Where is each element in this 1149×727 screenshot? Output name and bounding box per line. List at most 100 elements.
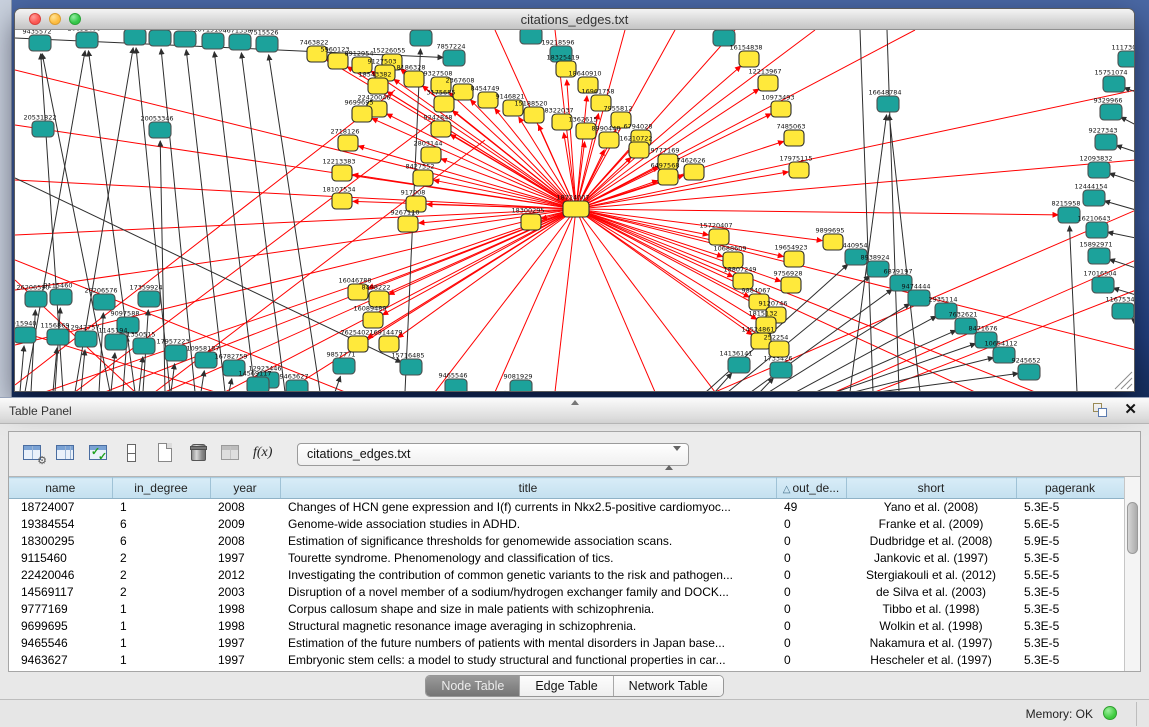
table-cell[interactable]: 5.9E-5 xyxy=(1016,533,1124,550)
graph-node[interactable] xyxy=(338,135,358,151)
graph-node[interactable] xyxy=(520,30,542,44)
graph-node[interactable] xyxy=(1092,277,1114,293)
table-row[interactable]: 969969511998Structural magnetic resonanc… xyxy=(9,618,1124,635)
graph-node[interactable] xyxy=(1086,222,1108,238)
table-cell[interactable]: Stergiakouli et al. (2012) xyxy=(846,567,1016,584)
table-cell[interactable]: 1 xyxy=(112,652,210,669)
graph-node[interactable] xyxy=(1112,303,1134,319)
table-cell[interactable]: 1 xyxy=(112,618,210,635)
table-cell[interactable]: 9777169 xyxy=(9,601,112,618)
graph-node[interactable] xyxy=(138,291,160,307)
graph-node[interactable] xyxy=(781,277,801,293)
tab-edge-table[interactable]: Edge Table xyxy=(520,676,613,696)
table-cell[interactable]: 5.3E-5 xyxy=(1016,584,1124,601)
graph-node[interactable] xyxy=(728,357,750,373)
table-cell[interactable]: 9463627 xyxy=(9,652,112,669)
graph-node[interactable] xyxy=(400,359,422,375)
graph-node[interactable] xyxy=(50,289,72,305)
graph-node[interactable] xyxy=(133,338,155,354)
table-cell[interactable]: 1 xyxy=(112,601,210,618)
graph-node[interactable] xyxy=(29,35,51,51)
graph-node[interactable] xyxy=(1018,364,1040,380)
table-cell[interactable]: Franke et al. (2009) xyxy=(846,516,1016,533)
column-header-in_degree[interactable]: in_degree xyxy=(112,478,210,499)
table-cell[interactable]: Genome-wide association studies in ADHD. xyxy=(280,516,776,533)
graph-node[interactable] xyxy=(421,147,441,163)
graph-node[interactable] xyxy=(256,36,278,52)
table-cell[interactable]: 1997 xyxy=(210,635,280,652)
graph-node[interactable] xyxy=(368,78,388,94)
table-cell[interactable]: 49 xyxy=(776,499,846,516)
table-cell[interactable]: 6 xyxy=(112,516,210,533)
graph-node[interactable] xyxy=(823,234,843,250)
table-cell[interactable]: Yano et al. (2008) xyxy=(846,499,1016,516)
table-row[interactable]: 2242004622012Investigating the contribut… xyxy=(9,567,1124,584)
graph-node[interactable] xyxy=(599,132,619,148)
table-cell[interactable]: 14569117 xyxy=(9,584,112,601)
graph-node[interactable] xyxy=(563,201,589,217)
table-cell[interactable]: Jankovic et al. (1997) xyxy=(846,550,1016,567)
graph-node[interactable] xyxy=(247,377,269,391)
table-cell[interactable]: Tourette syndrome. Phenomenology and cla… xyxy=(280,550,776,567)
graph-node[interactable] xyxy=(229,34,251,50)
tab-node-table[interactable]: Node Table xyxy=(426,676,520,696)
column-header-short[interactable]: short xyxy=(846,478,1016,499)
table-row[interactable]: 1938455462009Genome-wide association stu… xyxy=(9,516,1124,533)
graph-node[interactable] xyxy=(76,32,98,48)
graph-node[interactable] xyxy=(1100,104,1122,120)
delete-column-icon[interactable] xyxy=(184,441,214,467)
table-cell[interactable]: Investigating the contribution of common… xyxy=(280,567,776,584)
graph-node[interactable] xyxy=(784,130,804,146)
table-cell[interactable]: 9465546 xyxy=(9,635,112,652)
table-row[interactable]: 977716911998Corpus callosum shape and si… xyxy=(9,601,1124,618)
graph-node[interactable] xyxy=(352,106,372,122)
table-mode-icon[interactable]: ⚙ xyxy=(19,441,49,467)
show-columns-icon[interactable] xyxy=(52,441,82,467)
table-cell[interactable]: 5.3E-5 xyxy=(1016,601,1124,618)
graph-node[interactable] xyxy=(739,51,759,67)
graph-node[interactable] xyxy=(908,290,930,306)
graph-node[interactable] xyxy=(363,312,383,328)
graph-node[interactable] xyxy=(784,251,804,267)
table-row[interactable]: 911546021997Tourette syndrome. Phenomeno… xyxy=(9,550,1124,567)
table-cell[interactable]: Estimation of significance thresholds fo… xyxy=(280,533,776,550)
graph-node[interactable] xyxy=(1103,76,1125,92)
table-cell[interactable]: 5.3E-5 xyxy=(1016,618,1124,635)
table-cell[interactable]: 5.3E-5 xyxy=(1016,550,1124,567)
column-header-name[interactable]: name xyxy=(9,478,112,499)
graph-node[interactable] xyxy=(75,331,97,347)
graph-node[interactable] xyxy=(658,169,678,185)
table-cell[interactable]: 0 xyxy=(776,584,846,601)
graph-node[interactable] xyxy=(105,334,127,350)
graph-node[interactable] xyxy=(32,121,54,137)
network-canvas[interactable]: 1872400794355722069140610653287152760264… xyxy=(15,30,1134,391)
table-cell[interactable]: 0 xyxy=(776,618,846,635)
graph-node[interactable] xyxy=(789,162,809,178)
window-resize-grip[interactable] xyxy=(1121,378,1132,389)
table-row[interactable]: 1830029562008Estimation of significance … xyxy=(9,533,1124,550)
select-columns-icon[interactable]: ✓ ✓ xyxy=(85,441,115,467)
graph-node[interactable] xyxy=(410,30,432,46)
table-select-dropdown[interactable]: citations_edges.txt xyxy=(297,443,689,466)
graph-node[interactable] xyxy=(524,107,544,123)
table-row[interactable]: 1456911722003Disruption of a novel membe… xyxy=(9,584,1124,601)
graph-node[interactable] xyxy=(1118,51,1134,67)
graph-node[interactable] xyxy=(877,96,899,112)
window-resize-grip[interactable] xyxy=(1127,384,1132,389)
graph-node[interactable] xyxy=(124,30,146,45)
graph-node[interactable] xyxy=(202,33,224,49)
graph-node[interactable] xyxy=(443,50,465,66)
graph-node[interactable] xyxy=(332,165,352,181)
column-header-title[interactable]: title xyxy=(280,478,776,499)
table-cell[interactable]: Disruption of a novel member of a sodium… xyxy=(280,584,776,601)
column-header-out_de[interactable]: △out_de... xyxy=(776,478,846,499)
graph-node[interactable] xyxy=(332,193,352,209)
graph-node[interactable] xyxy=(149,30,171,46)
column-header-year[interactable]: year xyxy=(210,478,280,499)
graph-node[interactable] xyxy=(771,101,791,117)
tab-network-table[interactable]: Network Table xyxy=(614,676,723,696)
table-cell[interactable]: Embryonic stem cells: a model to study s… xyxy=(280,652,776,669)
panel-splitter-handle[interactable] xyxy=(571,400,579,405)
graph-node[interactable] xyxy=(413,170,433,186)
table-cell[interactable]: 2008 xyxy=(210,533,280,550)
